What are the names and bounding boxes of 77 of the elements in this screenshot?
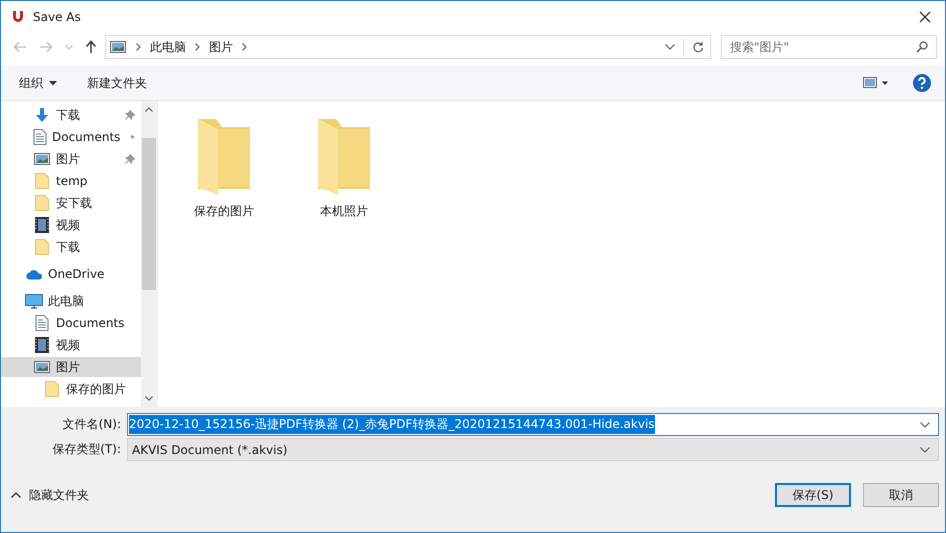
navigation-item[interactable]: 此电脑 — [1, 291, 141, 311]
navigation-label: 安下载 — [56, 194, 92, 212]
navigation-label: 图片 — [56, 358, 80, 376]
file-name-text: 2020-12-10_152156-迅捷PDF转换器 (2)_赤兔PDF转换器_20201215144743.001-Hide.akvis — [129, 415, 655, 434]
chevron-down-icon[interactable] — [665, 44, 675, 50]
scrollbar[interactable] — [141, 101, 157, 407]
navigation-item[interactable]: 视频 — [1, 215, 141, 235]
navigation-item[interactable]: temp — [1, 171, 141, 191]
file-type-dropdown[interactable]: AKVIS Document (*.akvis) — [127, 438, 939, 461]
scroll-up-icon[interactable] — [145, 107, 153, 112]
navigation-label: 保存的图片 — [66, 380, 126, 398]
refresh-icon[interactable] — [692, 41, 704, 53]
chevron-right-icon — [242, 43, 247, 51]
navigation-label: Documents — [52, 130, 120, 144]
navigation-label: 视频 — [56, 216, 80, 234]
navigation-item[interactable]: 安下载 — [1, 193, 141, 213]
folder-icon — [35, 239, 49, 255]
scroll-down-icon[interactable] — [145, 396, 153, 401]
search-field[interactable]: 搜索"图片" — [721, 35, 937, 59]
film-icon — [35, 337, 49, 353]
monitor-icon — [25, 294, 43, 308]
breadcrumb-item[interactable]: 此电脑 — [150, 38, 186, 56]
up-arrow-icon[interactable] — [85, 40, 97, 54]
navigation-item[interactable]: 下载 — [1, 105, 141, 125]
navigation-item[interactable]: 下载 — [1, 237, 141, 257]
folder-icon — [35, 195, 49, 211]
close-icon[interactable] — [919, 10, 931, 22]
pin-icon — [125, 110, 135, 120]
navigation-item[interactable]: 图片 — [1, 149, 141, 169]
chevron-down-icon[interactable] — [920, 446, 930, 452]
picture-icon — [34, 361, 50, 373]
navigation-label: 下载 — [56, 106, 80, 124]
folder-item[interactable]: 本机照片 — [304, 117, 384, 220]
chevron-down-icon[interactable] — [920, 422, 930, 428]
navigation-label: temp — [56, 174, 88, 188]
save-button[interactable]: 保存(S) — [775, 483, 851, 507]
new-folder-button[interactable]: 新建文件夹 — [79, 70, 155, 96]
search-icon — [916, 41, 928, 53]
folder-item[interactable]: 保存的图片 — [184, 117, 264, 220]
pin-icon — [130, 132, 135, 142]
folder-icon — [45, 381, 59, 397]
caret-down-icon — [49, 80, 57, 86]
horseshoe-icon — [10, 8, 26, 24]
cloud-icon — [25, 268, 43, 280]
help-icon[interactable] — [913, 74, 931, 92]
navigation-label: 图片 — [56, 150, 80, 168]
navigation-item[interactable]: 保存的图片 — [1, 379, 141, 399]
breadcrumb-item[interactable]: 图片 — [209, 38, 233, 56]
folder-icon — [35, 173, 49, 189]
document-icon — [33, 129, 47, 145]
navigation-item[interactable]: 图片 — [1, 357, 141, 377]
pin-icon — [125, 154, 135, 164]
file-type-label: 保存类型(T): — [51, 441, 122, 458]
picture-icon — [34, 153, 50, 165]
organize-menu-button[interactable]: 组织 — [11, 70, 65, 96]
window-title: Save As — [33, 10, 81, 24]
navigation-item[interactable]: OneDrive — [1, 264, 141, 284]
down-arrow-icon — [34, 107, 50, 123]
file-name-label: 文件名(N): — [62, 416, 122, 433]
navigation-label: 下载 — [56, 238, 80, 256]
address-bar[interactable]: 此电脑 图片 — [105, 35, 711, 59]
navigation-label: Documents — [56, 316, 124, 330]
hide-folders-toggle[interactable]: 隐藏文件夹 — [1, 484, 99, 506]
navigation-label: 此电脑 — [48, 292, 84, 310]
navigation-item[interactable]: Documents — [1, 127, 141, 147]
document-icon — [35, 315, 49, 331]
picture-icon — [110, 41, 126, 53]
file-name-field[interactable]: 2020-12-10_152156-迅捷PDF转换器 (2)_赤兔PDF转换器_20201215144743.001-Hide.akvis — [127, 413, 939, 436]
navigation-item[interactable]: Documents — [1, 313, 141, 333]
cancel-button[interactable]: 取消 — [863, 483, 939, 507]
navigation-label: 视频 — [56, 336, 80, 354]
film-icon — [35, 217, 49, 233]
navigation-label: OneDrive — [48, 267, 104, 281]
navigation-item[interactable]: 视频 — [1, 335, 141, 355]
chevron-right-icon — [136, 43, 141, 51]
chevron-right-icon — [195, 43, 200, 51]
chevron-up-icon — [11, 492, 21, 498]
